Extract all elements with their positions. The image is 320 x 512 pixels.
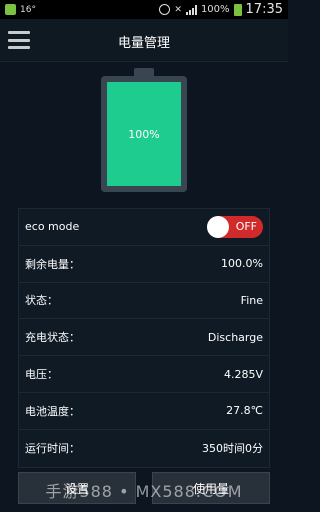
row-label: 状态： xyxy=(25,294,58,308)
info-row-voltage: 电压： 4.285V xyxy=(19,356,269,393)
page-title: 电量管理 xyxy=(117,36,170,51)
mute-icon: ✕ xyxy=(174,4,182,15)
status-bar: 16° ✕ 100% 17:35 xyxy=(0,0,288,19)
info-row-status: 状态： Fine xyxy=(19,283,269,320)
app-header: 电量管理 xyxy=(0,19,288,62)
status-bar-left: 16° xyxy=(5,4,36,15)
row-label: 电压： xyxy=(25,368,58,382)
row-label: 剩余电量： xyxy=(25,257,80,271)
battery-percent-text: 100% xyxy=(200,4,230,15)
battery-status-icon xyxy=(233,3,242,16)
status-bar-right: ✕ 100% 17:35 xyxy=(159,2,283,17)
row-label: 运行时间： xyxy=(25,442,80,456)
alarm-icon xyxy=(159,4,171,15)
row-value: 350时间0分 xyxy=(202,442,263,456)
info-row-charging: 充电状态： Discharge xyxy=(19,319,269,357)
toggle-knob xyxy=(207,215,229,238)
clock-text: 17:35 xyxy=(245,2,283,17)
row-label: 电池温度： xyxy=(25,404,80,418)
settings-button[interactable]: 设置 xyxy=(18,472,136,504)
battery-graphic: 100% xyxy=(101,68,187,192)
temperature-text: 16° xyxy=(20,4,36,15)
info-row-remaining: 剩余电量： 100.0% xyxy=(19,246,269,283)
row-value: 100.0% xyxy=(221,257,263,271)
eco-mode-row: eco mode OFF xyxy=(19,209,269,246)
signal-icon xyxy=(185,4,197,15)
notification-icon xyxy=(5,4,16,15)
bottom-button-bar: 设置 使用量 xyxy=(18,472,270,504)
usage-button[interactable]: 使用量 xyxy=(152,472,270,504)
row-value: 27.8℃ xyxy=(226,404,263,418)
battery-body: 100% xyxy=(101,76,187,192)
row-value: Fine xyxy=(240,293,263,307)
toggle-state-text: OFF xyxy=(235,220,257,234)
eco-mode-label: eco mode xyxy=(25,220,80,234)
row-value: 4.285V xyxy=(223,367,263,381)
battery-info-table: eco mode OFF 剩余电量： 100.0% 状态： Fine 充电状态：… xyxy=(18,208,270,468)
eco-mode-toggle[interactable]: OFF xyxy=(207,215,263,238)
row-label: 充电状态： xyxy=(25,331,80,345)
battery-level-text: 100% xyxy=(128,127,160,141)
row-value: Discharge xyxy=(207,330,263,344)
info-row-runtime: 运行时间： 350时间0分 xyxy=(19,430,269,467)
info-row-temperature: 电池温度： 27.8℃ xyxy=(19,393,269,430)
